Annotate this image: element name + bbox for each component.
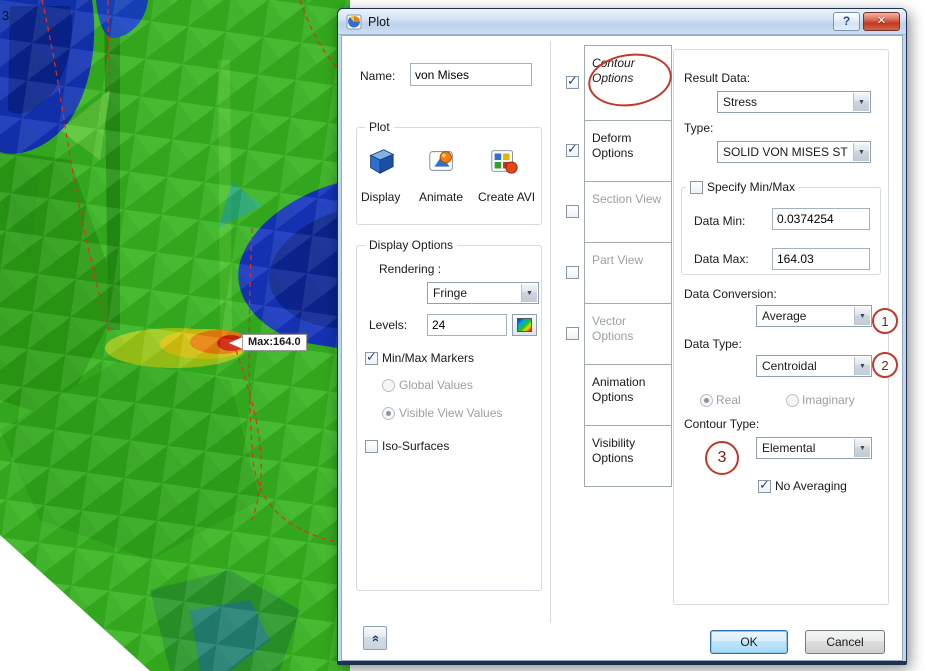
check-icon: ✓ [366,349,377,364]
iso-surfaces-checkbox[interactable] [365,440,378,453]
animate-plot-icon[interactable] [427,146,457,176]
display-plot-icon[interactable] [365,146,395,176]
tab-checkbox-section-view[interactable] [566,205,579,218]
result-data-select[interactable]: Stress ▼ [717,91,871,113]
levels-input[interactable] [427,314,507,336]
plot-app-icon [346,14,362,30]
contour-type-select[interactable]: Elemental ▼ [756,437,872,459]
tab-visibility-options[interactable]: Visibility Options [584,425,672,487]
real-radio[interactable] [700,394,713,407]
annotation-circle-1: 1 [872,308,898,334]
cancel-button[interactable]: Cancel [805,630,885,654]
animate-button-label: Animate [419,190,464,204]
specify-minmax-checkbox[interactable] [690,180,703,194]
data-min-label: Data Min: [694,214,746,228]
display-button-label: Display [361,190,401,204]
minmax-markers-checkbox[interactable]: ✓ [365,349,378,365]
tab-checkbox-vector-options[interactable] [566,327,579,340]
visible-view-values-label: Visible View Values [399,406,503,420]
max-value-text: Max:164.0 [242,334,307,351]
specify-minmax-label: Specify Min/Max [707,180,796,194]
display-options-group: Display Options Rendering : Fringe ▼ Lev… [356,238,542,591]
data-type-label: Data Type: [684,337,742,351]
check-icon: ✓ [759,477,770,492]
tab-part-view[interactable]: Part View [584,242,672,304]
result-data-label: Result Data: [684,71,751,85]
rendering-select[interactable]: Fringe ▼ [427,282,539,304]
dropdown-arrow-icon[interactable]: ▼ [854,439,870,457]
titlebar[interactable]: Plot ? ✕ [338,9,906,35]
rendering-label: Rendering : [379,262,442,276]
close-button[interactable]: ✕ [863,12,900,31]
real-label: Real [716,393,741,407]
callout-arrow-icon [229,337,243,349]
dropdown-arrow-icon[interactable]: ▼ [854,357,870,375]
tab-checkbox-deform-options[interactable]: ✓ [566,141,579,157]
dropdown-arrow-icon[interactable]: ▼ [521,284,537,302]
plot-dialog: Plot ? ✕ Name: Plot [337,8,907,665]
check-icon: ✓ [567,73,578,88]
column-separator [550,41,551,623]
tab-deform-options[interactable]: Deform Options [584,120,672,182]
data-type-select[interactable]: Centroidal ▼ [756,355,872,377]
type-label: Type: [684,121,714,135]
data-max-label: Data Max: [694,252,749,266]
no-averaging-checkbox[interactable]: ✓ [758,477,771,493]
data-conversion-label: Data Conversion: [684,287,777,301]
tab-animation-options[interactable]: Animation Options [584,364,672,426]
tab-checkbox-contour-options[interactable]: ✓ [566,73,579,89]
name-label: Name: [360,69,396,83]
dialog-title: Plot [368,15,390,29]
visible-view-values-radio[interactable] [382,407,395,420]
name-input[interactable] [410,63,532,86]
data-conversion-select[interactable]: Average ▼ [756,305,872,327]
levels-colorbar-button[interactable] [512,314,537,336]
expand-dialog-button[interactable]: » [363,626,387,650]
check-icon: ✓ [567,141,578,156]
tab-section-view[interactable]: Section View [584,181,672,243]
type-select[interactable]: SOLID VON MISES ST ▼ [717,141,871,163]
display-options-title: Display Options [365,238,458,252]
contour-type-label: Contour Type: [684,417,760,431]
iso-surfaces-label: Iso-Surfaces [382,439,450,453]
dropdown-arrow-icon[interactable]: ▼ [853,143,869,161]
global-values-label: Global Values [399,378,473,392]
annotation-circle-2: 2 [872,352,898,378]
plot-group: Plot Display Animate Create AVI [356,120,542,225]
imaginary-radio[interactable] [786,394,799,407]
no-averaging-label: No Averaging [775,479,847,493]
annotation-circle-3: 3 [705,441,739,475]
screen: 3 Max:164.0 Plot ? ✕ Name: Plot [0,0,926,671]
create-avi-button-label: Create AVI [478,190,536,204]
tab-checkbox-part-view[interactable] [566,266,579,279]
view-number-label: 3 [2,8,10,23]
levels-label: Levels: [369,318,408,332]
help-button[interactable]: ? [833,12,860,31]
data-min-input[interactable] [772,208,870,230]
specify-minmax-group: Specify Min/Max Data Min: Data Max: [681,180,881,275]
minmax-markers-label: Min/Max Markers [382,351,475,365]
global-values-radio[interactable] [382,379,395,392]
tab-vector-options[interactable]: Vector Options [584,303,672,365]
data-max-input[interactable] [772,248,870,270]
dropdown-arrow-icon[interactable]: ▼ [853,93,869,111]
dropdown-arrow-icon[interactable]: ▼ [854,307,870,325]
expand-icon: » [367,634,383,642]
ok-button[interactable]: OK [710,630,788,654]
plot-group-title: Plot [365,120,394,134]
create-avi-icon[interactable] [489,146,519,176]
imaginary-label: Imaginary [802,393,855,407]
colorbar-icon [517,318,532,332]
